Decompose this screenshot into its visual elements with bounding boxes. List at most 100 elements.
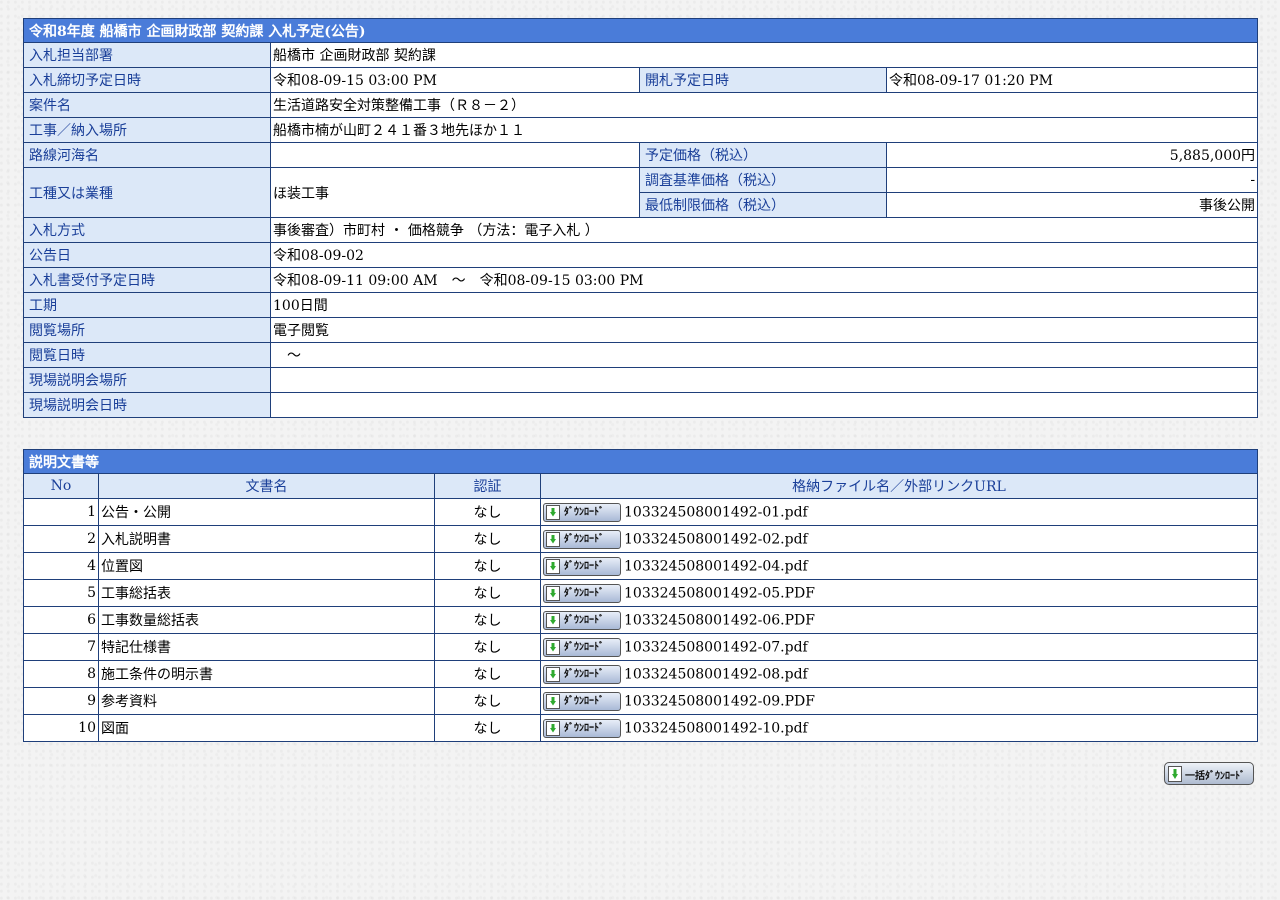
receipt-value: 令和08-09-11 09:00 AM ～ 令和08-09-15 03:00 P… xyxy=(269,267,1259,293)
doc-name: 入札説明書 xyxy=(98,525,435,553)
bulk-download-label: 一括ﾀﾞｳﾝﾛｰﾄﾞ xyxy=(1185,771,1245,782)
doc-auth: なし xyxy=(434,687,541,715)
notice-date-label: 公告日 xyxy=(23,242,271,268)
notice-date-value: 令和08-09-02 xyxy=(269,242,1259,268)
doc-file-cell: ﾀﾞｳﾝﾛｰﾄﾞ 103324508001492-10.pdf xyxy=(540,714,1258,742)
site-place-value xyxy=(269,367,1259,393)
table-row: 8 施工条件の明示書 なし ﾀﾞｳﾝﾛｰﾄﾞ 103324508001492-08.pd… xyxy=(23,660,1258,688)
doc-auth: なし xyxy=(434,552,541,580)
doc-auth: なし xyxy=(434,633,541,661)
download-button-label: ﾀﾞｳﾝﾛｰﾄﾞ xyxy=(564,614,604,626)
place-value: 船橋市楠が山町２４１番３地先ほか１１ xyxy=(269,117,1259,143)
viewing-date-value: ～ xyxy=(269,342,1259,368)
doc-file-name: 103324508001492-07.pdf xyxy=(624,639,808,655)
download-button-label: ﾀﾞｳﾝﾛｰﾄﾞ xyxy=(564,695,604,707)
download-button-label: ﾀﾞｳﾝﾛｰﾄﾞ xyxy=(564,587,604,599)
doc-no: 6 xyxy=(23,606,99,634)
download-button[interactable]: ﾀﾞｳﾝﾛｰﾄﾞ xyxy=(543,556,621,576)
download-button[interactable]: ﾀﾞｳﾝﾛｰﾄﾞ xyxy=(543,502,621,522)
viewing-date-label: 閲覧日時 xyxy=(23,342,271,368)
bulk-download-button[interactable]: 一括ﾀﾞｳﾝﾛｰﾄﾞ xyxy=(1164,762,1254,785)
category-label: 工種又は業種 xyxy=(23,167,271,218)
site-place-label: 現場説明会場所 xyxy=(23,367,271,393)
doc-no: 9 xyxy=(23,687,99,715)
doc-name: 参考資料 xyxy=(98,687,435,715)
doc-file-cell: ﾀﾞｳﾝﾛｰﾄﾞ 103324508001492-08.pdf xyxy=(540,660,1258,688)
download-button[interactable]: ﾀﾞｳﾝﾛｰﾄﾞ xyxy=(543,637,621,657)
table-row: 6 工事数量総括表 なし ﾀﾞｳﾝﾛｰﾄﾞ 103324508001492-06.PDF xyxy=(23,606,1258,634)
doc-file-cell: ﾀﾞｳﾝﾛｰﾄﾞ 103324508001492-05.PDF xyxy=(540,579,1258,607)
doc-name: 工事総括表 xyxy=(98,579,435,607)
planned-price-value: 5,885,000円 xyxy=(885,142,1259,168)
download-button-label: ﾀﾞｳﾝﾛｰﾄﾞ xyxy=(564,533,604,545)
table-row: 4 位置図 なし ﾀﾞｳﾝﾛｰﾄﾞ 103324508001492-04.pdf xyxy=(23,552,1258,580)
period-value: 100日間 xyxy=(269,292,1259,318)
planned-price-label: 予定価格（税込） xyxy=(639,142,887,168)
case-label: 案件名 xyxy=(23,92,271,118)
download-button[interactable]: ﾀﾞｳﾝﾛｰﾄﾞ xyxy=(543,583,621,603)
download-button-label: ﾀﾞｳﾝﾛｰﾄﾞ xyxy=(564,560,604,572)
doc-file-cell: ﾀﾞｳﾝﾛｰﾄﾞ 103324508001492-09.PDF xyxy=(540,687,1258,715)
doc-name: 位置図 xyxy=(98,552,435,580)
col-auth: 認証 xyxy=(434,473,541,499)
table-row: 9 参考資料 なし ﾀﾞｳﾝﾛｰﾄﾞ 103324508001492-09.PDF xyxy=(23,687,1258,715)
doc-file-cell: ﾀﾞｳﾝﾛｰﾄﾞ 103324508001492-06.PDF xyxy=(540,606,1258,634)
dept-value: 船橋市 企画財政部 契約課 xyxy=(269,42,1259,68)
download-button-label: ﾀﾞｳﾝﾛｰﾄﾞ xyxy=(564,506,604,518)
opening-value: 令和08-09-17 01:20 PM xyxy=(885,67,1259,93)
doc-file-cell: ﾀﾞｳﾝﾛｰﾄﾞ 103324508001492-02.pdf xyxy=(540,525,1258,553)
download-button-label: ﾀﾞｳﾝﾛｰﾄﾞ xyxy=(564,668,604,680)
doc-name: 図面 xyxy=(98,714,435,742)
download-icon xyxy=(546,666,560,682)
case-value: 生活道路安全対策整備工事（Ｒ８－２） xyxy=(269,92,1259,118)
doc-name: 工事数量総括表 xyxy=(98,606,435,634)
download-button[interactable]: ﾀﾞｳﾝﾛｰﾄﾞ xyxy=(543,610,621,630)
table-row: 5 工事総括表 なし ﾀﾞｳﾝﾛｰﾄﾞ 103324508001492-05.PDF xyxy=(23,579,1258,607)
doc-file-name: 103324508001492-04.pdf xyxy=(624,558,808,574)
doc-file-name: 103324508001492-01.pdf xyxy=(624,504,808,520)
download-button-label: ﾀﾞｳﾝﾛｰﾄﾞ xyxy=(564,641,604,653)
doc-auth: なし xyxy=(434,606,541,634)
doc-file-name: 103324508001492-06.PDF xyxy=(624,612,815,628)
min-price-label: 最低制限価格（税込） xyxy=(639,192,887,218)
table-row: 2 入札説明書 なし ﾀﾞｳﾝﾛｰﾄﾞ 103324508001492-02.pdf xyxy=(23,525,1258,553)
deadline-value: 令和08-09-15 03:00 PM xyxy=(270,67,640,93)
download-icon xyxy=(546,504,560,520)
doc-auth: なし xyxy=(434,714,541,742)
download-icon xyxy=(546,720,560,736)
opening-label: 開札予定日時 xyxy=(639,67,887,93)
download-button-label: ﾀﾞｳﾝﾛｰﾄﾞ xyxy=(564,722,604,734)
doc-no: 5 xyxy=(23,579,99,607)
method-label: 入札方式 xyxy=(23,217,271,243)
doc-auth: なし xyxy=(434,498,541,526)
doc-no: 1 xyxy=(23,498,99,526)
documents-title: 説明文書等 xyxy=(23,449,1258,474)
doc-no: 4 xyxy=(23,552,99,580)
download-button[interactable]: ﾀﾞｳﾝﾛｰﾄﾞ xyxy=(543,664,621,684)
category-value: ほ装工事 xyxy=(270,167,640,218)
download-button[interactable]: ﾀﾞｳﾝﾛｰﾄﾞ xyxy=(543,718,621,738)
viewing-place-label: 閲覧場所 xyxy=(23,317,271,343)
survey-price-label: 調査基準価格（税込） xyxy=(639,167,887,193)
doc-no: 2 xyxy=(23,525,99,553)
col-no: No xyxy=(23,473,99,499)
place-label: 工事／納入場所 xyxy=(23,117,271,143)
site-date-value xyxy=(269,392,1259,418)
doc-file-name: 103324508001492-08.pdf xyxy=(624,666,808,682)
min-price-value: 事後公開 xyxy=(885,192,1259,218)
doc-auth: なし xyxy=(434,579,541,607)
table-row: 1 公告・公開 なし ﾀﾞｳﾝﾛｰﾄﾞ 103324508001492-01.pdf xyxy=(23,498,1258,526)
viewing-place-value: 電子閲覧 xyxy=(269,317,1259,343)
download-button[interactable]: ﾀﾞｳﾝﾛｰﾄﾞ xyxy=(543,529,621,549)
doc-no: 10 xyxy=(23,714,99,742)
doc-file-name: 103324508001492-09.PDF xyxy=(624,693,815,709)
receipt-label: 入札書受付予定日時 xyxy=(23,267,271,293)
download-button[interactable]: ﾀﾞｳﾝﾛｰﾄﾞ xyxy=(543,691,621,711)
download-icon xyxy=(546,639,560,655)
doc-file-cell: ﾀﾞｳﾝﾛｰﾄﾞ 103324508001492-04.pdf xyxy=(540,552,1258,580)
col-file: 格納ファイル名／外部リンクURL xyxy=(540,473,1258,499)
doc-file-name: 103324508001492-10.pdf xyxy=(624,720,808,736)
doc-file-name: 103324508001492-02.pdf xyxy=(624,531,808,547)
download-icon xyxy=(546,531,560,547)
download-icon xyxy=(546,585,560,601)
